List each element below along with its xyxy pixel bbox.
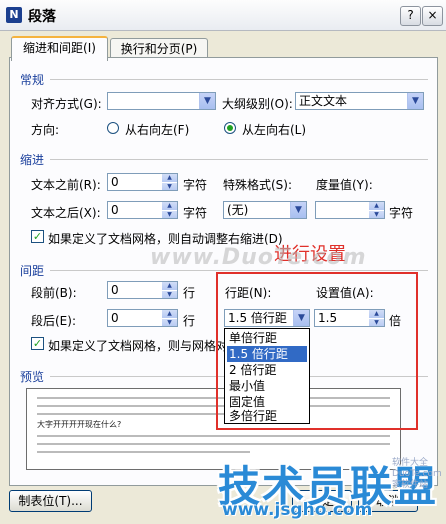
watermark: www.DuoTe.com bbox=[150, 245, 367, 270]
indent-after-unit: 字符 bbox=[183, 206, 208, 220]
ltr-radio[interactable] bbox=[224, 122, 236, 134]
brand-url: www.jsgho.com bbox=[222, 500, 373, 520]
direction-label: 方向: bbox=[31, 123, 60, 137]
chevron-down-icon[interactable]: ▼ bbox=[407, 93, 423, 109]
space-after-input[interactable]: 0 ▲ ▼ bbox=[107, 309, 178, 327]
spin-down-icon[interactable]: ▼ bbox=[369, 210, 384, 218]
rtl-radio[interactable] bbox=[107, 122, 119, 134]
spin-down-icon[interactable]: ▼ bbox=[162, 290, 177, 298]
indent-grid-checkbox[interactable]: ✓ bbox=[31, 230, 44, 243]
space-after-value: 0 bbox=[111, 311, 119, 325]
indent-after-input[interactable]: 0 ▲ ▼ bbox=[107, 201, 178, 219]
brand-side-line: DuoTe.com bbox=[392, 469, 442, 479]
chevron-down-icon[interactable]: ▼ bbox=[199, 93, 215, 109]
outline-level-value: 正文文本 bbox=[299, 94, 348, 108]
indent-before-value: 0 bbox=[111, 175, 119, 189]
space-before-label: 段前(B): bbox=[31, 286, 77, 300]
spin-down-icon[interactable]: ▼ bbox=[162, 182, 177, 190]
space-after-unit: 行 bbox=[183, 314, 196, 328]
window-title: 段落 bbox=[28, 9, 56, 25]
app-icon: N bbox=[6, 7, 22, 23]
chevron-down-icon[interactable]: ▼ bbox=[290, 202, 306, 218]
divider bbox=[50, 79, 428, 80]
section-general-heading: 常规 bbox=[20, 73, 45, 87]
spin-up-icon[interactable]: ▲ bbox=[162, 282, 177, 290]
indent-before-input[interactable]: 0 ▲ ▼ bbox=[107, 173, 178, 191]
title-bar bbox=[0, 0, 446, 31]
ltr-label: 从左向右(L) bbox=[242, 123, 307, 137]
special-format-select[interactable]: (无) ▼ bbox=[223, 201, 307, 219]
spin-up-icon[interactable]: ▲ bbox=[162, 174, 177, 182]
section-spacing-heading: 间距 bbox=[20, 264, 45, 278]
tab-indent-spacing[interactable]: 缩进和间距(I) bbox=[11, 36, 108, 61]
space-before-unit: 行 bbox=[183, 286, 196, 300]
tab-stops-button[interactable]: 制表位(T)... bbox=[9, 490, 92, 512]
align-label: 对齐方式(G): bbox=[31, 97, 102, 111]
close-button[interactable]: × bbox=[422, 6, 443, 26]
preview-line bbox=[37, 435, 390, 437]
space-before-input[interactable]: 0 ▲ ▼ bbox=[107, 281, 178, 299]
preview-sample-text: 大字开开开开现在什么? bbox=[37, 420, 122, 429]
tab-line-page-break[interactable]: 换行和分页(P) bbox=[110, 38, 208, 59]
spin-up-icon[interactable]: ▲ bbox=[162, 310, 177, 318]
brand-side-line: 软件大全 bbox=[392, 458, 429, 468]
spin-down-icon[interactable]: ▼ bbox=[162, 318, 177, 326]
spin-down-icon[interactable]: ▼ bbox=[162, 210, 177, 218]
align-select[interactable]: ▼ bbox=[107, 92, 216, 110]
outline-level-select[interactable]: 正文文本 ▼ bbox=[295, 92, 424, 110]
indent-after-label: 文本之后(X): bbox=[31, 206, 101, 220]
measure-input[interactable]: ▲ ▼ bbox=[315, 201, 385, 219]
spacing-grid-label: 如果定义了文档网格，则与网格对齐 bbox=[48, 339, 241, 353]
space-after-label: 段后(E): bbox=[31, 314, 76, 328]
measure-unit: 字符 bbox=[389, 206, 414, 220]
annotation-box bbox=[216, 272, 418, 430]
spacing-grid-checkbox[interactable]: ✓ bbox=[31, 337, 44, 350]
help-button[interactable]: ? bbox=[400, 6, 421, 26]
space-before-value: 0 bbox=[111, 283, 119, 297]
divider bbox=[50, 159, 428, 160]
outline-level-label: 大纲级别(O): bbox=[222, 97, 293, 111]
spin-up-icon[interactable]: ▲ bbox=[162, 202, 177, 210]
indent-before-unit: 字符 bbox=[183, 178, 208, 192]
divider bbox=[50, 270, 428, 271]
brand-side-line: 家软件站 bbox=[392, 480, 429, 490]
measure-label: 度量值(Y): bbox=[316, 178, 373, 192]
indent-after-value: 0 bbox=[111, 203, 119, 217]
section-indent-heading: 缩进 bbox=[20, 153, 45, 167]
special-format-value: (无) bbox=[227, 203, 249, 217]
spin-up-icon[interactable]: ▲ bbox=[369, 202, 384, 210]
brand-side-text: 软件大全 DuoTe.com 家软件站 bbox=[392, 458, 442, 491]
special-format-label: 特殊格式(S): bbox=[223, 178, 293, 192]
rtl-label: 从右向左(F) bbox=[125, 123, 190, 137]
section-preview-heading: 预览 bbox=[20, 370, 45, 384]
indent-before-label: 文本之前(R): bbox=[31, 178, 101, 192]
preview-line bbox=[37, 443, 390, 445]
